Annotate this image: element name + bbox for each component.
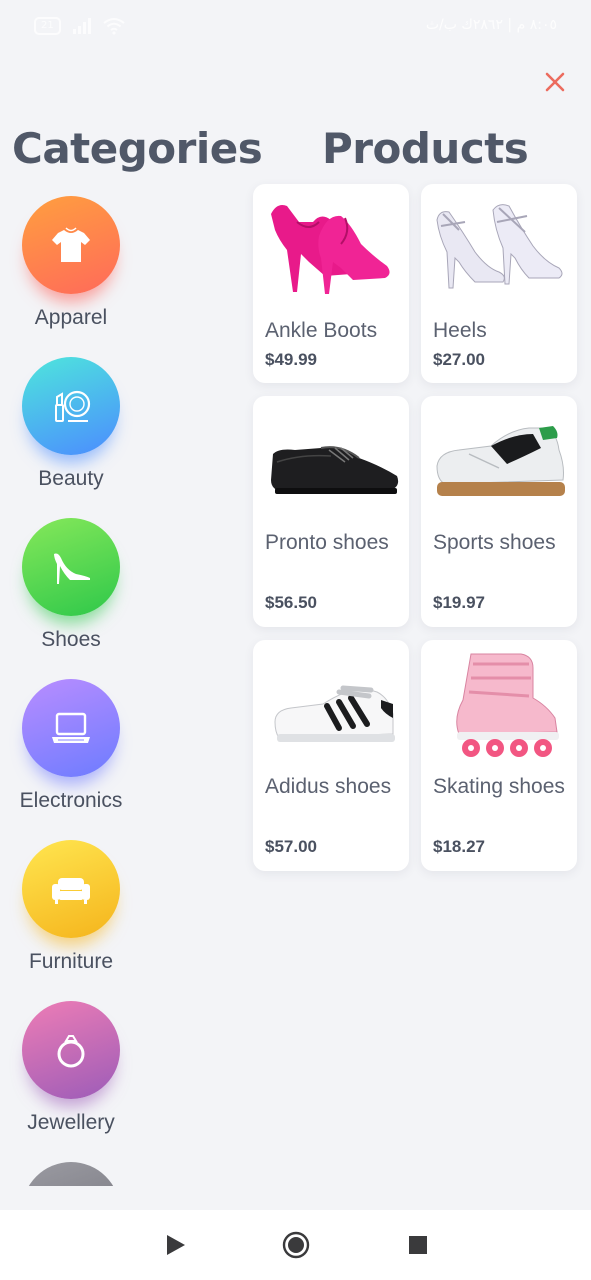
high-heel-icon [54, 553, 90, 584]
category-beauty[interactable]: Beauty [0, 345, 142, 495]
product-card-sports-shoes[interactable]: Sports shoes $19.97 [421, 396, 577, 627]
product-price: $27.00 [433, 350, 485, 369]
category-furniture[interactable]: Furniture [0, 828, 142, 978]
battery-icon: 21 [34, 17, 61, 35]
product-name: Skating shoes [433, 775, 565, 798]
pronto-shoes-image [271, 446, 399, 494]
skating-shoes-image [456, 653, 559, 757]
back-play-icon[interactable] [161, 1231, 189, 1259]
product-price: $19.97 [433, 593, 485, 612]
laptop-icon [52, 712, 90, 743]
categories-heading: Categories [12, 124, 263, 173]
category-label: Furniture [28, 950, 114, 973]
product-card-skating-shoes[interactable]: Skating shoes $18.27 [421, 640, 577, 871]
status-icons: 21 [34, 17, 125, 35]
product-name: Heels [433, 319, 487, 342]
category-label: Apparel [34, 306, 108, 329]
product-price: $57.00 [265, 837, 317, 856]
recents-square-icon[interactable] [404, 1231, 432, 1259]
category-apparel[interactable]: Apparel [0, 184, 142, 334]
system-nav-bar [0, 1210, 591, 1280]
sofa-icon [52, 878, 90, 904]
product-name: Ankle Boots [265, 319, 378, 342]
product-price: $18.27 [433, 837, 485, 856]
category-circle [22, 1162, 120, 1186]
category-circle [22, 518, 120, 616]
product-card-heels[interactable]: Heels $27.00 [421, 184, 577, 383]
status-time: ٨:٠٥ م | ٢٨٦٢ك ب/ث [425, 17, 557, 33]
tshirt-icon [52, 227, 90, 262]
category-circle [22, 840, 120, 938]
category-label: Electronics [19, 789, 123, 812]
category-label: Shoes [41, 628, 101, 651]
category-jewellery[interactable]: Jewellery [0, 989, 142, 1139]
status-bar: 21 ٨:٠٥ م | ٢٨٦٢ك ب/ث [0, 0, 591, 56]
category-circle [22, 196, 120, 294]
product-card-adidus-shoes[interactable]: Adidus shoes $57.00 [253, 640, 409, 871]
category-list[interactable]: Apparel Beauty Shoes Electronics Furnitu… [0, 184, 142, 1186]
ring-icon [57, 1035, 85, 1068]
category-electronics[interactable]: Electronics [0, 667, 142, 817]
product-price: $56.50 [265, 593, 317, 612]
product-price: $49.99 [265, 350, 317, 369]
category-circle [22, 357, 120, 455]
wifi-icon [103, 18, 125, 35]
product-card-pronto-shoes[interactable]: Pronto shoes $56.50 [253, 396, 409, 627]
sports-shoes-image [436, 426, 565, 496]
adidus-shoes-image [274, 685, 395, 742]
product-name: Pronto shoes [265, 531, 389, 554]
category-shoes[interactable]: Shoes [0, 506, 142, 656]
category-label: Jewellery [27, 1111, 115, 1134]
category-circle [22, 1001, 120, 1099]
product-name: Adidus shoes [265, 775, 392, 798]
ankle-boots-image [271, 205, 390, 294]
cosmetics-icon [55, 390, 91, 422]
close-icon[interactable] [541, 68, 569, 96]
product-card-ankle-boots[interactable]: Ankle Boots $49.99 [253, 184, 409, 383]
category-label: Beauty [38, 467, 104, 490]
product-name: Sports shoes [433, 531, 556, 554]
category-partial[interactable] [0, 1150, 142, 1186]
signal-icon [72, 18, 91, 34]
heels-image [436, 204, 563, 289]
products-heading: Products [322, 124, 529, 173]
category-circle [22, 679, 120, 777]
home-circle-icon[interactable] [282, 1231, 310, 1259]
